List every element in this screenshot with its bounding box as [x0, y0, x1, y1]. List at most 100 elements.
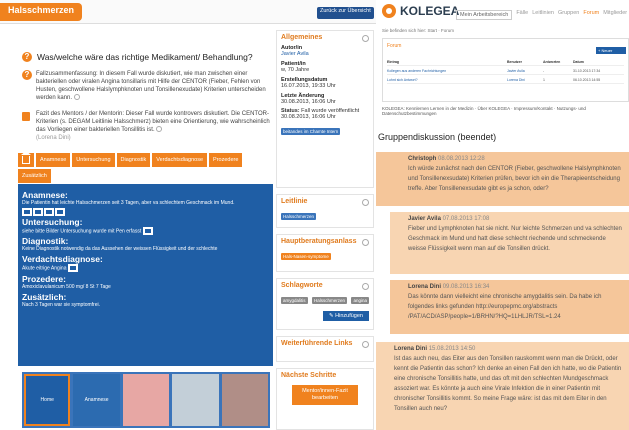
- new-entry-button[interactable]: + Neuer Eintrag: [596, 47, 626, 58]
- tab-untersuchung[interactable]: Untersuchung: [72, 153, 115, 167]
- home-icon: [21, 151, 31, 164]
- mentor-conclusion-text: Fazit des Mentors / der Mentorin: Dieser…: [36, 111, 270, 133]
- message-author[interactable]: Lorena Dini: [408, 284, 441, 290]
- tab-verdachtsdiagnose[interactable]: Verdachtsdiagnose: [152, 153, 208, 167]
- breadcrumb: Sie befinden sich hier: Start · Forum: [382, 28, 455, 33]
- mentor-conclusion: Fazit des Mentors / der Mentorin: Dieser…: [36, 110, 274, 142]
- cell-user[interactable]: Lorena Dini: [507, 78, 543, 82]
- tab-home[interactable]: [18, 151, 34, 167]
- collapse-icon[interactable]: [362, 35, 369, 42]
- message-author[interactable]: Lorena Dini: [394, 346, 427, 352]
- keyword-badge[interactable]: angina: [351, 297, 369, 304]
- edit-mentor-conclusion-button[interactable]: Mentor/innen-Fazit bearbeiten: [292, 385, 358, 405]
- tab-anamnese[interactable]: Anamnese: [36, 153, 71, 167]
- nav-groups[interactable]: Gruppen: [558, 10, 579, 20]
- thumb-image[interactable]: [122, 374, 170, 426]
- case-tabs: Anamnese Untersuchung Diagnostik Verdach…: [18, 151, 268, 183]
- section-text: Die Patientin hat leichte Halsschmerzen …: [22, 200, 235, 206]
- image-icons: [22, 208, 269, 216]
- cell-entry[interactable]: Kollegen aus anderen Fachrichtungen: [387, 69, 507, 73]
- message-text: Fieber und Lymphknoten hat sie nicht. Nu…: [408, 226, 622, 252]
- table-header: Eintrag Benutzer Antworten Datum: [387, 60, 624, 66]
- image-icon[interactable]: [33, 208, 43, 216]
- message-meta: Lorena Dini 09.08.2013 16:34: [408, 284, 623, 290]
- nav-members[interactable]: Mitglieder: [603, 10, 627, 20]
- keywords-box: Schlagworte amygdalitis Halsschmerzen an…: [276, 278, 374, 330]
- back-to-overview-button[interactable]: Zurück zur Übersicht: [317, 7, 374, 19]
- thumb-image[interactable]: [172, 374, 219, 426]
- section-text-value: Akute eitrige Angina: [22, 265, 67, 272]
- keywords-title: Schlagworte: [281, 282, 323, 289]
- changed-value: 30.08.2013, 16:06 Uhr: [281, 99, 336, 105]
- col-date: Datum: [573, 60, 584, 64]
- nav-workspace[interactable]: Mein Arbeitsbereich: [456, 10, 513, 20]
- status-badge: beitandes im Chamte Intern: [281, 128, 341, 135]
- general-title: Allgemeines: [281, 34, 323, 41]
- next-steps-box: Nächste Schritte Mentor/innen-Fazit bear…: [276, 368, 374, 430]
- forum-panel: KOLEGEA Mein Arbeitsbereich Fälle Leitli…: [376, 0, 629, 430]
- message-date: 07.08.2013 17:08: [442, 216, 490, 222]
- table-row[interactable]: Kollegen aus anderen Fachrichtungen Javi…: [387, 69, 624, 75]
- nav-cases[interactable]: Fälle: [516, 10, 528, 20]
- cell-date: 31.10.2013 17:34: [573, 69, 601, 73]
- nav-forum[interactable]: Forum: [583, 10, 599, 20]
- message-item: Lorena Dini 15.08.2013 14:50 Ist das auc…: [376, 342, 629, 430]
- guideline-badge[interactable]: Halsschmerzen: [281, 213, 317, 220]
- section-text: Akute eitrige Angina: [22, 264, 269, 273]
- case-summary: Fallzusammenfassung: In diesem Fall wurd…: [36, 70, 274, 102]
- next-steps-title: Nächste Schritte: [281, 372, 337, 379]
- section-heading: Prozedere:: [22, 273, 66, 284]
- image-thumbnails: Home Anamnese: [22, 372, 270, 428]
- tab-zusaetzlich[interactable]: Zusätzlich: [18, 169, 51, 183]
- message-author[interactable]: Javier Avila: [408, 216, 441, 222]
- links-title: Weiterführende Links: [281, 340, 353, 347]
- message-date: 08.08.2013 12:28: [438, 156, 485, 162]
- kolegea-logo[interactable]: KOLEGEA: [382, 4, 459, 18]
- forum-title: Forum: [387, 43, 402, 49]
- image-icon[interactable]: [142, 227, 153, 235]
- thumb-anamnese[interactable]: Anamnese: [73, 374, 120, 426]
- comment-icon[interactable]: [156, 126, 163, 133]
- collapse-icon[interactable]: [362, 341, 369, 348]
- status-line: Status: Fall wurde veröffentlicht 30.08.…: [281, 108, 369, 120]
- tab-prozedere[interactable]: Prozedere: [209, 153, 243, 167]
- author-value[interactable]: Javier Avila: [281, 51, 369, 57]
- add-keyword-button[interactable]: ✎ Hinzufügen: [323, 311, 369, 321]
- message-meta: Lorena Dini 15.08.2013 14:50: [394, 346, 623, 352]
- guidelines-box: Leitlinie Halsschmerzen: [276, 194, 374, 228]
- mentor-icon: [22, 112, 30, 121]
- logo-text: KOLEGEA: [400, 4, 460, 18]
- image-icon[interactable]: [55, 208, 65, 216]
- message-author[interactable]: Christoph: [408, 156, 436, 162]
- col-user: Benutzer: [507, 60, 522, 64]
- question-icon: ?: [22, 52, 32, 62]
- footer-links[interactable]: KOLEGEA: Kennlernen Lernen in der Medizi…: [382, 106, 629, 116]
- keyword-badge[interactable]: amygdalitis: [281, 297, 308, 304]
- tab-diagnostik[interactable]: Diagnostik: [116, 153, 151, 167]
- image-icon[interactable]: [22, 208, 32, 216]
- keyword-badge[interactable]: Halsschmerzen: [311, 297, 347, 304]
- collapse-icon[interactable]: [362, 239, 369, 246]
- thumb-home[interactable]: Home: [24, 374, 71, 426]
- section-text: Nach 3 Tagen war sie symptomfrei.: [22, 301, 100, 308]
- cell-user[interactable]: Javier Avila: [507, 69, 543, 73]
- group-discussion-title: Gruppendiskussion (beendet): [378, 132, 497, 142]
- collapse-icon[interactable]: [362, 283, 369, 290]
- thumb-image[interactable]: [221, 374, 268, 426]
- image-icon[interactable]: [67, 264, 78, 273]
- comment-icon[interactable]: [73, 94, 80, 101]
- nav-guidelines[interactable]: Leitlinien: [532, 10, 554, 20]
- cell-entry[interactable]: Lohnt sich Antwort?: [387, 78, 507, 82]
- image-icon[interactable]: [44, 208, 54, 216]
- collapse-icon[interactable]: [362, 199, 369, 206]
- table-row[interactable]: Lohnt sich Antwort? Lorena Dini 1 06.10.…: [387, 78, 624, 84]
- section-heading: Untersuchung:: [22, 217, 83, 227]
- cell-replies: -: [543, 69, 545, 73]
- consult-box: Hauptberatungsanlass Hals-Nasen-symptome: [276, 234, 374, 272]
- col-replies: Antworten: [543, 60, 561, 64]
- add-keyword-label: Hinzufügen: [335, 313, 363, 319]
- section-text: siehe bitte Bilder Untersuchung wurde mi…: [22, 227, 269, 235]
- section-text: Amoxiclavulanicum 500 mg/ 8 St 7 Tage: [22, 283, 111, 290]
- section-heading: Diagnostik:: [22, 236, 69, 247]
- consult-badge[interactable]: Hals-Nasen-symptome: [281, 253, 331, 260]
